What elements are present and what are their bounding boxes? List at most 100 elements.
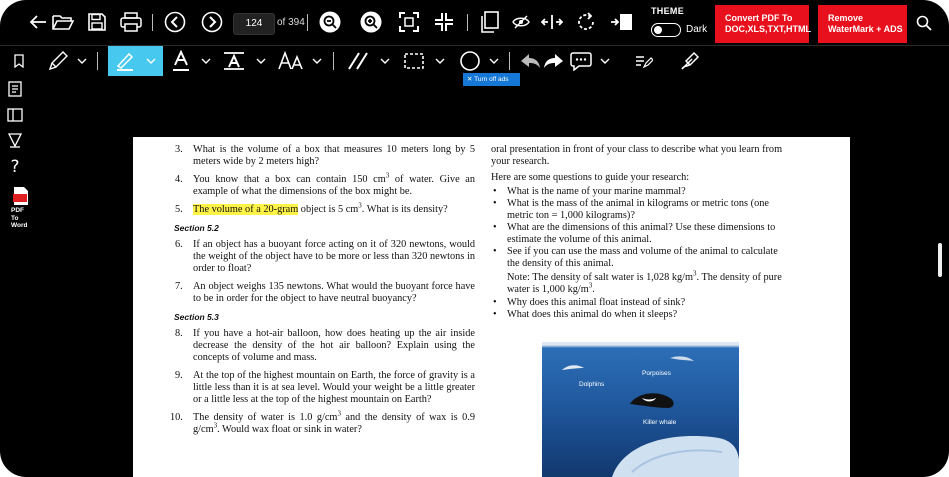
toolbar-divider xyxy=(509,52,510,70)
resize-width-icon[interactable] xyxy=(540,11,564,33)
question-item: 8. If you have a hot-air balloon, how doe… xyxy=(173,328,475,364)
chevron-down-icon[interactable] xyxy=(254,54,268,68)
chevron-down-icon[interactable] xyxy=(433,54,447,68)
chevron-down-icon[interactable] xyxy=(310,54,324,68)
question-number: 8. xyxy=(175,328,183,339)
pdf-to-word-line2: To xyxy=(11,214,19,222)
chevron-down-icon[interactable] xyxy=(75,54,89,68)
question-number: 6. xyxy=(175,239,183,250)
app-window: 124 of 394 Theme Dark Convert PDF To DOC… xyxy=(0,0,949,477)
redo-icon[interactable] xyxy=(541,50,567,72)
chevron-down-icon xyxy=(144,54,158,68)
toolbar-divider xyxy=(152,14,153,31)
chevron-down-icon[interactable] xyxy=(199,54,213,68)
outline-icon[interactable] xyxy=(6,80,24,98)
note-text: Note: The density of salt water is 1,028… xyxy=(507,272,693,283)
font-size-icon[interactable] xyxy=(275,48,307,74)
pdf-to-word-label[interactable]: PDF To Word xyxy=(11,207,28,230)
fit-page-icon[interactable] xyxy=(397,10,421,34)
pen-tool-icon[interactable] xyxy=(44,48,72,74)
right-column: oral presentation in front of your class… xyxy=(491,144,791,321)
section-heading: Section 5.3 xyxy=(174,312,219,322)
document-page: 3. What is the volume of a box that measu… xyxy=(133,137,850,477)
theme-label: Theme xyxy=(651,6,684,16)
marine-mammals-illustration xyxy=(562,356,739,477)
dark-mode-toggle[interactable] xyxy=(651,23,681,37)
open-folder-icon[interactable] xyxy=(51,10,75,34)
bullet-dot: • xyxy=(493,297,497,308)
question-item: 7. An object weighs 135 newtons. What wou… xyxy=(173,281,475,305)
edit-text-icon[interactable] xyxy=(632,50,656,72)
question-number: 9. xyxy=(175,370,183,381)
toggle-knob xyxy=(654,26,662,34)
convert-pdf-button-line1: Convert PDF To xyxy=(725,13,793,23)
question-text: An object weighs 135 newtons. What would… xyxy=(193,281,475,304)
search-icon[interactable] xyxy=(914,13,934,33)
pages-view-icon[interactable] xyxy=(6,106,24,124)
next-page-icon[interactable] xyxy=(200,10,224,34)
note-paragraph: Note: The density of salt water is 1,028… xyxy=(491,270,791,296)
highlighter-tool-active[interactable] xyxy=(108,46,163,76)
copy-page-icon[interactable] xyxy=(477,10,501,34)
back-arrow-icon[interactable] xyxy=(27,11,49,33)
convert-pdf-button-line2: DOC,XLS,TXT,HTML xyxy=(725,24,811,34)
question-number: 4. xyxy=(175,174,183,185)
question-text: You know that a box can contain 150 cm xyxy=(193,174,386,185)
split-view-icon[interactable] xyxy=(432,10,456,34)
bullet-dot: • xyxy=(493,309,497,320)
print-icon[interactable] xyxy=(118,10,144,34)
remove-watermark-button-line2: WaterMark + ADS xyxy=(828,24,903,34)
question-text: . What is its density? xyxy=(361,204,448,215)
question-text: If an object has a buoyant force acting … xyxy=(193,239,475,274)
remove-watermark-button-line1: Remove xyxy=(828,13,864,23)
text-strikeout-icon[interactable] xyxy=(219,48,249,74)
highlighted-text[interactable]: The volume of a 20-gram xyxy=(193,204,299,215)
zoom-out-icon[interactable] xyxy=(318,10,342,34)
question-number: 10. xyxy=(170,412,183,423)
zoom-in-icon[interactable] xyxy=(359,10,383,34)
ellipse-tool-icon[interactable] xyxy=(456,48,484,74)
hide-annotations-icon[interactable] xyxy=(510,12,532,32)
vertical-scrollbar[interactable] xyxy=(938,243,942,277)
rectangle-select-icon[interactable] xyxy=(399,48,429,74)
present-mode-icon[interactable] xyxy=(609,10,635,34)
chevron-down-icon[interactable] xyxy=(598,54,612,68)
bullet-item: • What does this animal do when it sleeps… xyxy=(491,309,791,321)
save-icon[interactable] xyxy=(85,10,109,34)
question-text: If you have a hot-air balloon, how does … xyxy=(193,328,475,363)
previous-page-icon[interactable] xyxy=(163,10,187,34)
page-total-label: of 394 xyxy=(277,17,305,28)
help-icon[interactable]: ? xyxy=(6,156,24,178)
turn-off-ads-link[interactable]: ✕ Turn off ads xyxy=(463,73,520,86)
toolbar-divider xyxy=(97,52,98,70)
pdf-to-word-line1: PDF xyxy=(11,207,24,214)
bullet-text: What is the mass of the animal in kilogr… xyxy=(507,198,769,221)
text-underline-icon[interactable] xyxy=(167,48,195,74)
chevron-down-icon[interactable] xyxy=(487,54,501,68)
killer-whale-label: Killer whale xyxy=(643,419,677,426)
page-number-input[interactable]: 124 xyxy=(233,13,275,35)
convert-pdf-button[interactable]: Convert PDF To DOC,XLS,TXT,HTML xyxy=(715,5,811,43)
question-text: object is 5 cm xyxy=(298,204,359,215)
bullet-dot: • xyxy=(493,198,497,209)
pdf-to-word-icon[interactable] xyxy=(11,186,30,206)
toolbar-divider xyxy=(467,14,468,31)
line-tool-icon[interactable] xyxy=(343,48,373,74)
signature-icon[interactable] xyxy=(677,48,703,74)
bullet-text: Why does this animal float instead of si… xyxy=(507,297,686,308)
question-item: 6. If an object has a buoyant force actin… xyxy=(173,239,475,275)
annotations-list-icon[interactable] xyxy=(6,131,24,149)
chevron-down-icon[interactable] xyxy=(378,54,392,68)
rotate-icon[interactable] xyxy=(574,10,598,34)
remove-watermark-button[interactable]: Remove WaterMark + ADS xyxy=(818,5,907,43)
question-number: 5. xyxy=(175,204,183,215)
comment-icon[interactable] xyxy=(567,48,595,74)
pdf-to-word-line3: Word xyxy=(11,222,28,229)
bullet-text: See if you can use the mass and volume o… xyxy=(507,246,778,269)
undo-icon[interactable] xyxy=(517,50,543,72)
highlighter-icon xyxy=(113,50,137,72)
bookmark-icon[interactable] xyxy=(10,52,28,70)
bullet-dot: • xyxy=(493,186,497,197)
bullet-item: • Why does this animal float instead of s… xyxy=(491,297,791,309)
question-number: 7. xyxy=(175,281,183,292)
